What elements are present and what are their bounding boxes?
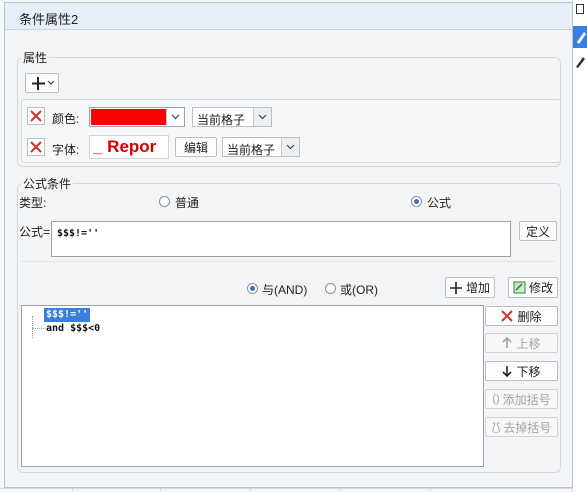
color-swatch: [91, 109, 167, 125]
tree-line: [32, 328, 44, 330]
arrow-down-icon: [502, 366, 513, 377]
remove-color-button[interactable]: [27, 107, 45, 125]
font-preview: _ Repor: [89, 135, 169, 159]
edit-font-button[interactable]: 编辑: [175, 137, 217, 157]
close-icon: [30, 110, 42, 122]
chevron-down-icon: [281, 138, 299, 156]
remove-bracket-label: 去掉括号: [503, 420, 552, 435]
color-scope-value: 当前格子: [197, 113, 246, 127]
color-label: 颜色:: [52, 112, 80, 126]
logic-or-label[interactable]: 或(OR): [340, 281, 378, 298]
delete-condition-label: 删除: [517, 309, 542, 324]
plus-icon: [32, 76, 45, 90]
move-down-label: 下移: [516, 364, 541, 379]
move-up-label: 上移: [516, 336, 541, 351]
remove-bracket-icon: ⟅⟆: [491, 421, 501, 434]
dialog-title: 条件属性2: [19, 12, 79, 27]
page-icon[interactable]: [576, 4, 584, 14]
type-formula-radio[interactable]: [411, 196, 422, 207]
tree-line: [32, 316, 34, 338]
grid-line: [0, 488, 587, 489]
condition-properties-dialog: 条件属性2 属性 颜色: 当前格子 字体: _ Repor 编辑 当前格子 公式…: [4, 2, 573, 488]
add-bracket-label: 添加括号: [502, 392, 551, 407]
side-toolbar: [572, 0, 587, 492]
delete-condition-button[interactable]: 删除: [485, 306, 558, 326]
add-condition-label: 增加: [465, 281, 490, 295]
brush-icon[interactable]: [573, 26, 587, 48]
remove-font-button[interactable]: [27, 138, 45, 156]
type-formula-label[interactable]: 公式: [427, 194, 451, 211]
formula-input[interactable]: $$$!='': [51, 221, 511, 257]
arrow-up-icon: [502, 337, 513, 348]
define-formula-button[interactable]: 定义: [519, 221, 557, 241]
move-up-button[interactable]: 上移: [485, 333, 558, 353]
add-condition-button[interactable]: 增加: [445, 277, 495, 298]
font-preview-text: _ Repor: [93, 137, 157, 156]
formula-label: 公式=: [19, 225, 51, 239]
type-label: 类型:: [19, 196, 47, 210]
pen-icon[interactable]: [573, 54, 587, 70]
type-normal-label[interactable]: 普通: [175, 194, 199, 211]
chevron-down-icon: [166, 108, 184, 126]
remove-bracket-button[interactable]: ⟅⟆ 去掉括号: [485, 417, 558, 437]
formula-condition-legend: 公式条件: [21, 175, 74, 192]
add-attribute-button[interactable]: [25, 73, 59, 93]
modify-condition-button[interactable]: 修改: [508, 277, 558, 298]
add-bracket-button[interactable]: () 添加括号: [485, 389, 558, 409]
move-down-button[interactable]: 下移: [485, 361, 558, 381]
formula-input-value: $$$!='': [57, 228, 100, 239]
font-scope-select[interactable]: 当前格子: [222, 137, 300, 157]
close-icon: [30, 141, 42, 153]
condition-list[interactable]: $$$!='' and $$$<0: [21, 305, 484, 467]
bracket-icon: (): [492, 393, 500, 405]
dialog-titlebar: 条件属性2: [5, 3, 572, 30]
modify-condition-label: 修改: [528, 281, 553, 295]
font-scope-value: 当前格子: [227, 143, 276, 157]
logic-or-radio[interactable]: [325, 283, 336, 294]
logic-and-radio[interactable]: [247, 283, 258, 294]
type-normal-radio[interactable]: [159, 196, 170, 207]
color-scope-select[interactable]: 当前格子: [192, 107, 272, 127]
modify-icon: [513, 281, 526, 294]
divider: [21, 261, 555, 262]
font-label: 字体:: [52, 143, 80, 157]
condition-item-selected[interactable]: $$$!='': [44, 308, 91, 322]
color-picker[interactable]: [89, 107, 185, 127]
condition-item[interactable]: and $$$<0: [46, 323, 100, 334]
logic-and-label[interactable]: 与(AND): [262, 281, 307, 298]
chevron-down-icon: [253, 108, 271, 126]
attributes-legend: 属性: [21, 49, 50, 66]
plus-icon: [449, 281, 462, 294]
close-icon: [501, 310, 514, 322]
chevron-down-icon: [47, 80, 55, 85]
